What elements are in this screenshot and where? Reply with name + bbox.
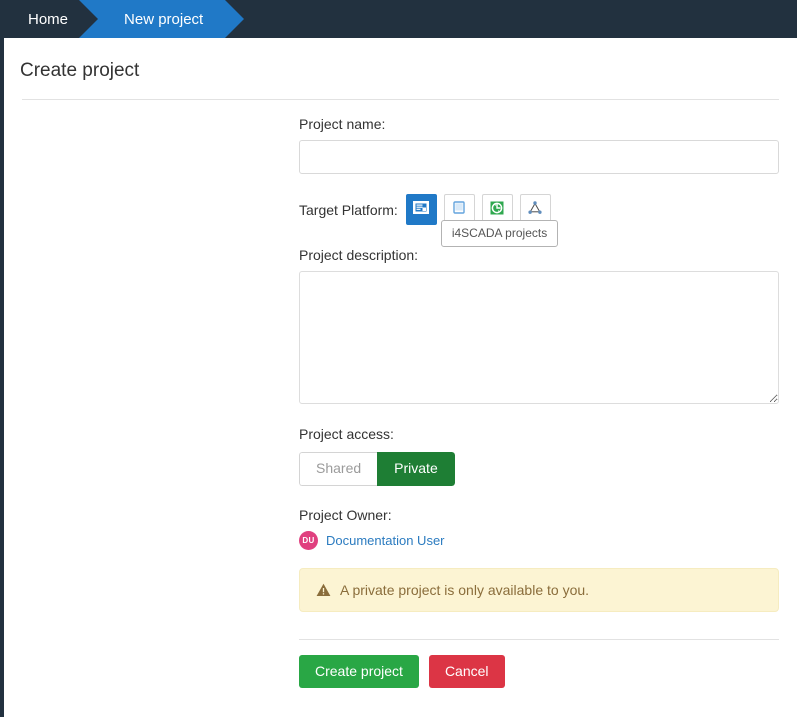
- footer-divider: [299, 638, 779, 640]
- project-access-toggle-group: Shared Private: [299, 452, 455, 486]
- project-description-textarea[interactable]: [299, 271, 779, 404]
- platform-option-i4scada-wrap: i4SCADA projects: [405, 194, 559, 247]
- page-content: Create project Project name: Target Plat…: [0, 38, 797, 717]
- form-action-buttons: Create project Cancel: [299, 654, 779, 689]
- breadcrumb-home-label: Home: [28, 10, 69, 28]
- target-platform-label: Target Platform:: [299, 201, 398, 218]
- breadcrumb-home[interactable]: Home: [28, 0, 84, 38]
- project-name-input[interactable]: [299, 140, 779, 174]
- recycle-green-icon: [488, 199, 506, 220]
- top-navigation-bar: Home New project: [0, 0, 797, 38]
- project-owner-link[interactable]: Documentation User: [326, 533, 445, 548]
- project-access-label: Project access:: [299, 426, 394, 442]
- access-option-shared[interactable]: Shared: [299, 452, 378, 486]
- platform-option-i4scada[interactable]: [405, 194, 437, 225]
- avatar: DU: [299, 530, 318, 550]
- private-project-alert-text: A private project is only available to y…: [340, 581, 590, 598]
- target-platform-row: Target Platform: i4SCADA projects: [299, 194, 779, 247]
- scada-screen-icon: [412, 199, 430, 220]
- access-option-private[interactable]: Private: [377, 452, 455, 486]
- create-project-form: Project name: Target Platform: i4SCADA p…: [299, 100, 779, 689]
- cancel-button[interactable]: Cancel: [428, 654, 505, 689]
- breadcrumb-new-project-label: New project: [124, 10, 204, 28]
- warning-triangle-icon: [316, 583, 331, 597]
- project-owner-label: Project Owner:: [299, 506, 392, 523]
- tablet-icon: [450, 199, 468, 220]
- project-name-label: Project name:: [299, 116, 386, 132]
- breadcrumb-new-project[interactable]: New project: [78, 0, 245, 38]
- page-title: Create project: [20, 60, 140, 81]
- project-owner-row: DU Documentation User: [299, 530, 779, 550]
- node-network-icon: [526, 199, 544, 220]
- private-project-alert: A private project is only available to y…: [299, 567, 779, 612]
- project-description-label: Project description:: [299, 247, 419, 263]
- platform-tooltip: i4SCADA projects: [440, 220, 559, 247]
- create-project-button[interactable]: Create project: [299, 654, 419, 689]
